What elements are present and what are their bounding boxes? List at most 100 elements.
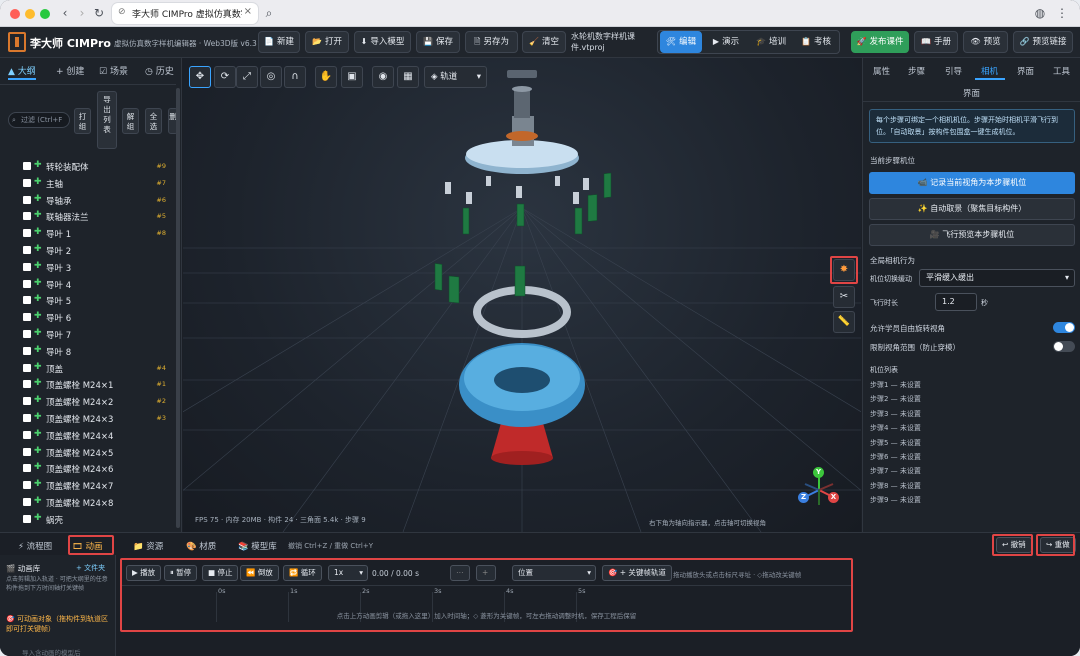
tab-guide[interactable]: 引导 (945, 65, 962, 77)
fly-preview-button[interactable]: 🎥 飞行预览本步骤机位 (869, 224, 1075, 246)
outline-item[interactable]: ✚ 导叶 7 (0, 326, 176, 343)
back-icon[interactable]: ‹ (58, 5, 72, 21)
limit-view-toggle[interactable] (1053, 341, 1075, 352)
outline-item[interactable]: ✚ 顶盖螺栓 M24×4 (0, 427, 176, 444)
globe-tool-icon[interactable]: ◎ (260, 66, 282, 88)
cut-icon[interactable]: ✂ (833, 286, 855, 308)
visibility-checkbox[interactable] (23, 346, 31, 355)
tab-steps[interactable]: 步骤 (908, 65, 925, 77)
visibility-checkbox[interactable] (23, 279, 31, 288)
outline-item[interactable]: ✚ 顶盖螺栓 M24×7 (0, 477, 176, 494)
camera-slot-item[interactable]: 步骤3 — 未设置 (870, 409, 921, 419)
outline-item[interactable]: ✚ 蜗壳 (0, 511, 176, 528)
visibility-checkbox[interactable] (23, 178, 31, 187)
grid-tool-icon[interactable]: ▦ (397, 66, 419, 88)
maximize-window-button[interactable] (40, 9, 50, 19)
visibility-checkbox[interactable] (23, 195, 31, 204)
loop-button[interactable]: 🔁 循环 (283, 565, 322, 581)
outline-item[interactable]: ✚ 顶盖螺栓 M24×6 (0, 460, 176, 477)
mode-exam-button[interactable]: 📋 考核 (796, 31, 836, 53)
visibility-checkbox[interactable] (23, 430, 31, 439)
camera-slot-item[interactable]: 步骤7 — 未设置 (870, 466, 921, 476)
publish-button[interactable]: 🚀 发布课件 (851, 31, 909, 53)
outline-item[interactable]: ✚ 导叶 6 (0, 309, 176, 326)
mode-demo-button[interactable]: ▶ 演示 (706, 31, 746, 53)
3d-viewport[interactable]: Y X Z ✥ ⟳ ⤢ ◎ ∩ ✋ ▣ ◉ ▦ ◈ 轨道 ▾ ✸ ✂ 📏 FPS … (183, 58, 861, 532)
timeline[interactable]: ▶ 播放 ⏸ 暂停 ■ 停止 ⏪ 倒放 🔁 循环 1x ▾ 0.00 / 0.00… (120, 558, 853, 632)
rotate-tool-icon[interactable]: ⟳ (214, 66, 236, 88)
mode-edit-button[interactable]: 🛠 编辑 (660, 31, 702, 53)
new-button[interactable]: 📄 新建 (258, 31, 300, 53)
outline-item[interactable]: ✚ 导叶 8 (0, 343, 176, 360)
add-keyframe-button[interactable]: + (476, 565, 496, 581)
add-keyframe-track-button[interactable]: 🎯 + 关键帧轨道 (602, 565, 672, 581)
globe-icon[interactable]: ◍ (1033, 5, 1047, 21)
outline-item[interactable]: ✚ 顶盖 #4 (0, 360, 176, 377)
tab-properties[interactable]: 属性 (873, 65, 890, 77)
outline-item[interactable]: ✚ 导叶 2 (0, 242, 176, 259)
tab-outline[interactable]: ▲ 大纲 (8, 64, 36, 80)
camera-mode-select[interactable]: ◈ 轨道 ▾ (424, 66, 487, 88)
visibility-checkbox[interactable] (23, 262, 31, 271)
filter-input[interactable]: ⌕ 过滤 (Ctrl+F (8, 112, 70, 128)
more-menu-icon[interactable]: ⋮ (1055, 5, 1069, 21)
clear-button[interactable]: 🧹 清空 (522, 31, 566, 53)
hand-tool-icon[interactable]: ✋ (315, 66, 337, 88)
tab-model-library[interactable]: 📚 模型库 (238, 540, 277, 552)
camera-slot-item[interactable]: 步骤8 — 未设置 (870, 481, 921, 491)
visibility-checkbox[interactable] (23, 464, 31, 473)
record-view-button[interactable]: 📹 记录当前视角为本步骤机位 (869, 172, 1075, 194)
group-button[interactable]: 打 组 (74, 108, 91, 134)
prev-keyframe-button[interactable]: ⋯ (450, 565, 470, 581)
visibility-checkbox[interactable] (23, 296, 31, 305)
outline-item[interactable]: ✚ 顶盖螺栓 M24×1 #1 (0, 376, 176, 393)
visibility-checkbox[interactable] (23, 514, 31, 523)
magnet-icon[interactable]: ∩ (284, 66, 306, 88)
scale-tool-icon[interactable]: ⤢ (236, 66, 258, 88)
reverse-button[interactable]: ⏪ 倒放 (240, 565, 279, 581)
easing-select[interactable]: 平滑缓入缓出 ▾ (919, 269, 1075, 287)
outline-item[interactable]: ✚ 导叶 5 (0, 292, 176, 309)
frame-tool-icon[interactable]: ▣ (341, 66, 363, 88)
close-window-button[interactable] (10, 9, 20, 19)
preview-button[interactable]: 👁 预览 (963, 31, 1008, 53)
select-all-button[interactable]: 全 选 (145, 108, 162, 134)
tab-create[interactable]: + 创建 (56, 64, 84, 80)
outline-item[interactable]: ✚ 顶盖螺栓 M24×2 #2 (0, 393, 176, 410)
preview-link-button[interactable]: 🔗 预览链接 (1013, 31, 1073, 53)
visibility-checkbox[interactable] (23, 212, 31, 221)
outline-item[interactable]: ✚ 转轮装配体 #9 (0, 158, 176, 175)
outline-item[interactable]: ✚ 顶盖螺栓 M24×5 (0, 444, 176, 461)
visibility-checkbox[interactable] (23, 229, 31, 238)
open-button[interactable]: 📂 打开 (305, 31, 349, 53)
minimize-window-button[interactable] (25, 9, 35, 19)
visibility-checkbox[interactable] (23, 380, 31, 389)
outline-item[interactable]: ✚ 导叶 3 (0, 259, 176, 276)
reload-icon[interactable]: ↻ (92, 5, 106, 21)
outline-item[interactable]: ✚ 主轴 #7 (0, 175, 176, 192)
axis-y-button[interactable]: Y (813, 467, 824, 478)
camera-slot-item[interactable]: 步骤9 — 未设置 (870, 495, 921, 505)
visibility-checkbox[interactable] (23, 481, 31, 490)
tab-scene[interactable]: ☑ 场景 (99, 64, 128, 80)
search-icon[interactable]: ⌕ (262, 5, 276, 21)
visibility-checkbox[interactable] (23, 162, 31, 170)
axis-z-button[interactable]: Z (798, 492, 809, 503)
play-button[interactable]: ▶ 播放 (126, 565, 162, 581)
tab-materials[interactable]: 🎨 材质 (186, 540, 216, 552)
outline-item[interactable]: ✚ 顶盖螺栓 M24×8 (0, 494, 176, 511)
tab-history[interactable]: ◷ 历史 (145, 64, 174, 80)
browser-tab[interactable]: ⊘ 李大师 CIMPro 虚拟仿真数字... × (112, 3, 258, 24)
outline-item[interactable]: ✚ 导叶 4 (0, 276, 176, 293)
tab-resources[interactable]: 📁 资源 (133, 540, 163, 552)
import-model-button[interactable]: ⬇ 导入模型 (354, 31, 411, 53)
tab-tools[interactable]: 工具 (1053, 65, 1070, 77)
select-tool-icon[interactable]: ✥ (189, 66, 211, 88)
free-rotate-toggle[interactable] (1053, 322, 1075, 333)
tab-exam[interactable]: 界面 (963, 87, 980, 99)
tab-close-icon[interactable]: × (244, 6, 252, 17)
visibility-checkbox[interactable] (23, 447, 31, 456)
visibility-checkbox[interactable] (23, 363, 31, 372)
speed-select[interactable]: 1x ▾ (328, 565, 368, 581)
auto-frame-button[interactable]: ✨ 自动取景（聚焦目标构件） (869, 198, 1075, 220)
